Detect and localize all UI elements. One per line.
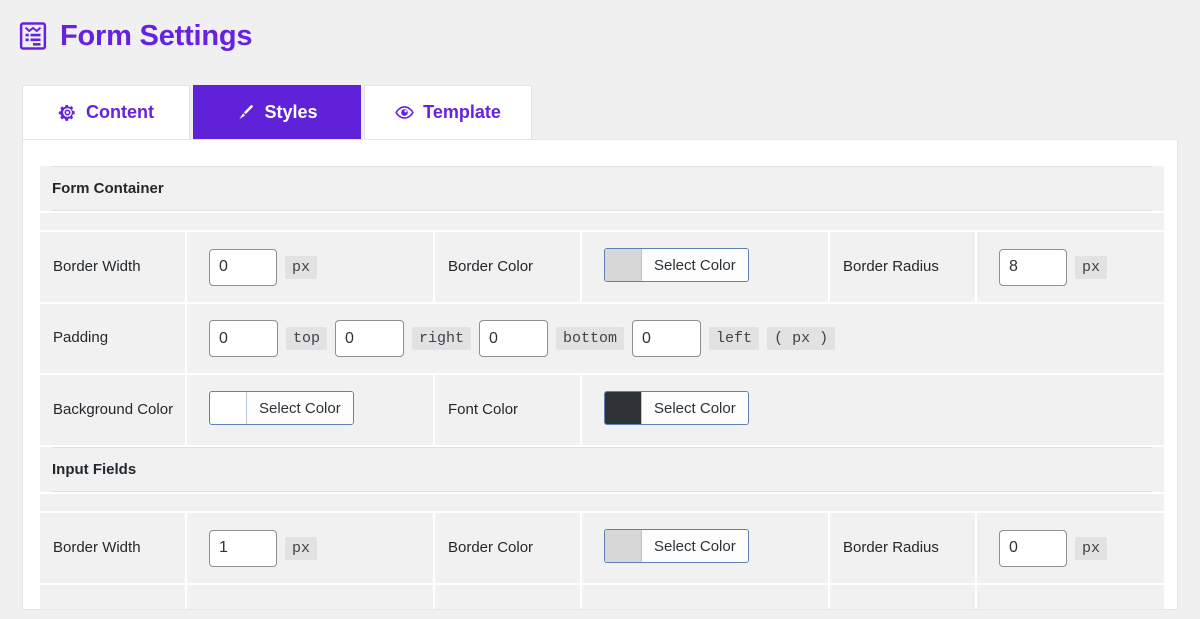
border-radius-input[interactable] — [999, 248, 1067, 286]
padding-right-input[interactable] — [335, 320, 405, 357]
cell-input-border-radius: px — [977, 513, 1165, 583]
section-spacer — [40, 494, 1165, 511]
border-width-input[interactable] — [209, 248, 277, 286]
section-title: Input Fields — [52, 461, 137, 478]
unit-px: px — [285, 255, 318, 279]
cell-font-color: Select Color — [582, 375, 1165, 445]
label-border-radius: Border Radius — [830, 232, 975, 302]
padding-right-label: right — [412, 327, 472, 350]
brush-icon — [239, 105, 254, 120]
styles-settings-table: Form Container Border Width px Border Co… — [40, 164, 1165, 609]
select-color-label: Select Color — [247, 392, 353, 424]
cell-border-color: Select Color — [582, 232, 828, 302]
styles-panel: Form Container Border Width px Border Co… — [22, 139, 1178, 610]
cell-input-border-width: px — [187, 513, 433, 583]
unit-px: px — [1075, 536, 1108, 560]
label-input-border-color: Border Color — [435, 513, 580, 583]
cell-background-color: Select Color — [187, 375, 433, 445]
color-swatch — [210, 392, 247, 424]
font-color-select-button[interactable]: Select Color — [604, 391, 749, 425]
select-color-label: Select Color — [642, 249, 748, 281]
input-border-width-input[interactable] — [209, 529, 277, 567]
color-swatch — [605, 392, 642, 424]
select-color-label: Select Color — [642, 392, 748, 424]
label-input-border-width: Border Width — [40, 513, 185, 583]
cell-border-radius: px — [977, 232, 1165, 302]
label-padding: Padding — [40, 304, 185, 373]
label-border-color: Border Color — [435, 232, 580, 302]
cell-input-border-color: Select Color — [582, 513, 828, 583]
cell-border-width: px — [187, 232, 433, 302]
row-container-border: Border Width px Border Color Select Colo… — [40, 232, 1165, 302]
input-border-radius-input[interactable] — [999, 529, 1067, 567]
padding-left-input[interactable] — [632, 320, 702, 357]
eye-icon — [395, 106, 414, 119]
page-title: Form Settings — [60, 19, 253, 52]
unit-px: px — [285, 536, 318, 560]
row-container-colors: Background Color Select Color Font Color… — [40, 375, 1165, 445]
label-background-color: Background Color — [40, 375, 185, 445]
tab-template[interactable]: Template — [364, 85, 532, 139]
border-color-select-button[interactable]: Select Color — [604, 248, 749, 282]
gear-icon — [58, 104, 75, 121]
page-header: Form Settings — [0, 0, 1200, 58]
tab-content[interactable]: Content — [22, 85, 190, 139]
tab-styles[interactable]: Styles — [193, 85, 361, 139]
tab-template-label: Template — [423, 102, 501, 122]
unit-px: px — [1075, 255, 1108, 279]
tab-styles-label: Styles — [264, 102, 318, 122]
background-color-select-button[interactable]: Select Color — [209, 391, 354, 425]
section-spacer — [40, 213, 1165, 230]
row-input-border: Border Width px Border Color Select Colo… — [40, 513, 1165, 583]
row-container-padding: Padding top right bottom left ( px ) — [40, 304, 1165, 373]
color-swatch — [605, 530, 642, 562]
tab-content-label: Content — [86, 102, 154, 122]
padding-left-label: left — [709, 327, 760, 350]
padding-bottom-label: bottom — [556, 327, 625, 350]
input-border-color-select-button[interactable]: Select Color — [604, 529, 749, 563]
select-color-label: Select Color — [642, 530, 748, 562]
section-header-input-fields: Input Fields — [40, 447, 1165, 492]
cell-padding: top right bottom left ( px ) — [187, 304, 1165, 373]
padding-bottom-input[interactable] — [479, 320, 549, 357]
label-border-width: Border Width — [40, 232, 185, 302]
form-document-icon — [19, 22, 47, 50]
padding-top-input[interactable] — [209, 320, 278, 357]
color-swatch — [605, 249, 642, 281]
section-header-form-container: Form Container — [40, 166, 1165, 211]
padding-unit-label: ( px ) — [767, 327, 836, 350]
label-input-border-radius: Border Radius — [830, 513, 975, 583]
section-title: Form Container — [52, 180, 164, 197]
row-next-partial — [40, 585, 1165, 609]
padding-top-label: top — [286, 327, 328, 350]
settings-tabs: Content Styles Template — [0, 85, 1200, 139]
label-font-color: Font Color — [435, 375, 580, 445]
